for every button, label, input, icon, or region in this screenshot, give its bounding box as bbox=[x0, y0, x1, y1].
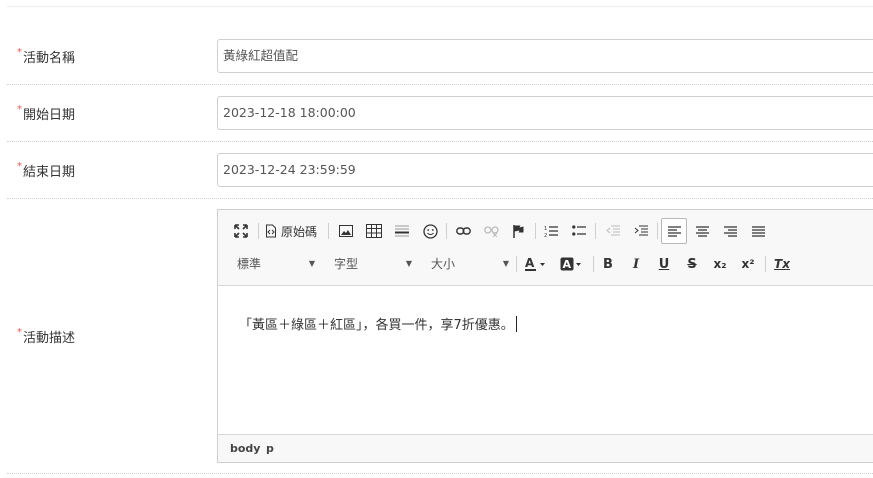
toolbar-separator bbox=[446, 223, 447, 239]
toolbar-separator bbox=[258, 223, 259, 239]
required-mark: * bbox=[17, 327, 22, 338]
text-color-icon[interactable]: A bbox=[522, 252, 552, 276]
end-date-label: *結束日期 bbox=[17, 161, 76, 180]
row-divider bbox=[7, 198, 873, 199]
rich-text-editor[interactable]: 原始碼 12 標準 ▼ 字型 ▼ 大小 ▼ A A B I U S x₂ x² … bbox=[217, 209, 873, 463]
top-divider bbox=[7, 6, 873, 7]
chevron-down-icon: ▼ bbox=[308, 259, 315, 268]
toolbar-separator bbox=[593, 256, 594, 272]
path-item-body[interactable]: body bbox=[230, 442, 260, 455]
required-mark: * bbox=[17, 161, 22, 172]
description-label: *活動描述 bbox=[17, 327, 76, 346]
toolbar-separator bbox=[595, 223, 596, 239]
text-caret bbox=[515, 316, 517, 332]
end-date-input[interactable]: 2023-12-24 23:59:59 bbox=[217, 153, 873, 187]
numbered-list-icon[interactable]: 12 bbox=[539, 219, 563, 243]
source-code-icon bbox=[266, 224, 276, 238]
activity-name-input[interactable]: 黃綠紅超值配 bbox=[217, 39, 873, 73]
align-left-icon[interactable] bbox=[661, 218, 687, 244]
underline-button[interactable]: U bbox=[652, 252, 676, 276]
svg-text:1: 1 bbox=[544, 226, 547, 232]
toolbar-separator bbox=[535, 223, 536, 239]
align-justify-icon[interactable] bbox=[746, 219, 770, 243]
emoji-icon[interactable] bbox=[418, 219, 442, 243]
maximize-icon[interactable] bbox=[229, 219, 253, 243]
link-icon[interactable] bbox=[451, 219, 475, 243]
row-divider bbox=[7, 473, 873, 474]
bold-button[interactable]: B bbox=[596, 252, 620, 276]
editor-content[interactable]: 「黃區＋綠區＋紅區」，各買一件，享7折優惠。 bbox=[239, 314, 517, 333]
row-divider bbox=[7, 141, 873, 142]
toolbar-separator bbox=[765, 256, 766, 272]
background-color-icon[interactable]: A bbox=[558, 252, 588, 276]
source-button[interactable]: 原始碼 bbox=[262, 219, 324, 243]
toolbar-separator bbox=[657, 223, 658, 239]
bulleted-list-icon[interactable] bbox=[567, 219, 591, 243]
font-select[interactable]: 字型 ▼ bbox=[334, 255, 412, 273]
subscript-button[interactable]: x₂ bbox=[708, 252, 732, 276]
svg-text:A: A bbox=[525, 256, 535, 270]
chevron-down-icon: ▼ bbox=[405, 259, 412, 268]
indent-icon[interactable] bbox=[629, 219, 653, 243]
horizontal-rule-icon[interactable] bbox=[390, 219, 414, 243]
activity-name-label: *活動名稱 bbox=[17, 47, 76, 66]
align-right-icon[interactable] bbox=[718, 219, 742, 243]
remove-format-button[interactable]: Tx bbox=[770, 252, 794, 276]
chevron-down-icon: ▼ bbox=[502, 259, 509, 268]
toolbar-separator bbox=[516, 256, 517, 272]
image-icon[interactable] bbox=[334, 219, 358, 243]
required-mark: * bbox=[17, 47, 22, 58]
svg-text:A: A bbox=[563, 258, 572, 271]
align-center-icon[interactable] bbox=[690, 219, 714, 243]
start-date-label: *開始日期 bbox=[17, 104, 76, 123]
outdent-icon[interactable] bbox=[601, 219, 625, 243]
superscript-button[interactable]: x² bbox=[736, 252, 760, 276]
italic-button[interactable]: I bbox=[624, 252, 648, 276]
path-item-p[interactable]: p bbox=[266, 442, 274, 455]
anchor-flag-icon[interactable] bbox=[507, 219, 531, 243]
element-path-bar: body p bbox=[218, 434, 873, 462]
toolbar-separator bbox=[328, 223, 329, 239]
strikethrough-button[interactable]: S bbox=[680, 252, 704, 276]
svg-text:2: 2 bbox=[544, 233, 547, 238]
row-divider bbox=[7, 84, 873, 85]
table-icon[interactable] bbox=[362, 219, 386, 243]
editor-toolbar: 原始碼 12 標準 ▼ 字型 ▼ 大小 ▼ A A B I U S x₂ x² … bbox=[218, 210, 873, 286]
size-select[interactable]: 大小 ▼ bbox=[431, 255, 509, 273]
required-mark: * bbox=[17, 104, 22, 115]
unlink-icon[interactable] bbox=[479, 219, 503, 243]
start-date-input[interactable]: 2023-12-18 18:00:00 bbox=[217, 96, 873, 130]
format-select[interactable]: 標準 ▼ bbox=[237, 255, 315, 273]
